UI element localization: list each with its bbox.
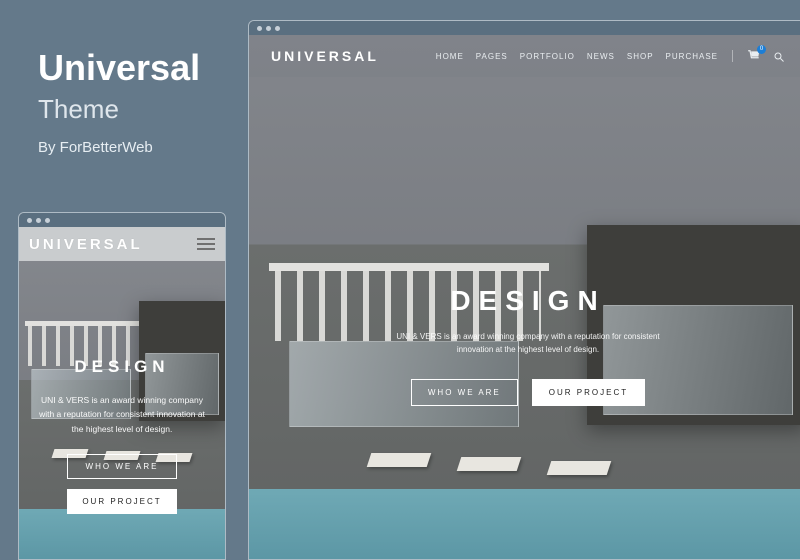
- site-logo[interactable]: UNIVERSAL: [271, 48, 379, 64]
- nav-item-news[interactable]: NEWS: [587, 52, 615, 61]
- pool: [19, 509, 225, 559]
- hamburger-menu-icon[interactable]: [197, 238, 215, 250]
- window-dot-icon: [266, 26, 271, 31]
- hero-subtext-line: innovation at the highest level of desig…: [457, 345, 599, 354]
- pool: [249, 489, 800, 559]
- hero-headline: DESIGN: [33, 357, 211, 377]
- mobile-preview-frame: UNIVERSAL DESIGN UNI & VERS is an award …: [18, 212, 226, 560]
- cart-icon[interactable]: 0: [747, 49, 761, 63]
- window-dot-icon: [45, 218, 50, 223]
- theme-name: Universal: [38, 48, 200, 88]
- mobile-hero: DESIGN UNI & VERS is an award winning co…: [19, 261, 225, 559]
- window-titlebar: [249, 21, 800, 35]
- nav-item-purchase[interactable]: PURCHASE: [666, 52, 718, 61]
- hero-buttons: WHO WE ARE OUR PROJECT: [33, 454, 211, 514]
- nav-item-shop[interactable]: SHOP: [627, 52, 654, 61]
- hero-subtext: UNI & VERS is an award winning company w…: [33, 393, 211, 436]
- window-dot-icon: [275, 26, 280, 31]
- nav-item-home[interactable]: HOME: [436, 52, 464, 61]
- desktop-hero-content: DESIGN UNI & VERS is an award winning co…: [249, 285, 800, 406]
- hero-buttons: WHO WE ARE OUR PROJECT: [249, 379, 800, 406]
- lounger: [367, 453, 432, 467]
- site-logo[interactable]: UNIVERSAL: [29, 236, 143, 253]
- desktop-navbar: UNIVERSAL HOME PAGES PORTFOLIO NEWS SHOP…: [249, 35, 800, 77]
- window-dot-icon: [257, 26, 262, 31]
- our-project-button[interactable]: OUR PROJECT: [67, 489, 177, 514]
- nav-separator: [732, 50, 733, 62]
- theme-kind: Theme: [38, 94, 200, 125]
- mobile-hero-content: DESIGN UNI & VERS is an award winning co…: [19, 357, 225, 514]
- theme-title-block: Universal Theme By ForBetterWeb: [38, 48, 200, 156]
- search-icon[interactable]: [773, 50, 785, 62]
- lounger: [547, 461, 612, 475]
- our-project-button[interactable]: OUR PROJECT: [532, 379, 645, 406]
- nav-item-portfolio[interactable]: PORTFOLIO: [520, 52, 575, 61]
- pergola-beam: [269, 263, 549, 271]
- nav-item-pages[interactable]: PAGES: [476, 52, 508, 61]
- lounger: [457, 457, 522, 471]
- who-we-are-button[interactable]: WHO WE ARE: [411, 379, 518, 406]
- nav-right: HOME PAGES PORTFOLIO NEWS SHOP PURCHASE …: [436, 49, 785, 63]
- hero-headline: DESIGN: [249, 285, 800, 317]
- who-we-are-button[interactable]: WHO WE ARE: [67, 454, 177, 479]
- window-titlebar: [19, 213, 225, 227]
- mobile-navbar: UNIVERSAL: [19, 227, 225, 261]
- hero-subtext-line: UNI & VERS is an award winning company w…: [396, 332, 659, 341]
- cart-badge: 0: [757, 45, 766, 54]
- window-dot-icon: [27, 218, 32, 223]
- theme-author: By ForBetterWeb: [38, 139, 200, 156]
- desktop-hero: UNIVERSAL HOME PAGES PORTFOLIO NEWS SHOP…: [249, 35, 800, 559]
- hero-subtext: UNI & VERS is an award winning company w…: [249, 331, 800, 357]
- window-dot-icon: [36, 218, 41, 223]
- desktop-preview-frame: UNIVERSAL HOME PAGES PORTFOLIO NEWS SHOP…: [248, 20, 800, 560]
